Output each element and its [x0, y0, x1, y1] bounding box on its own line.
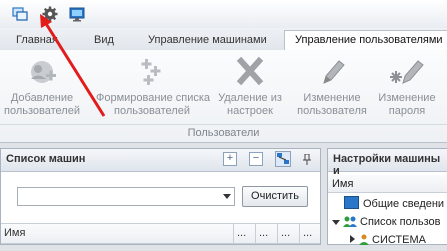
- annotation-arrow: [40, 14, 106, 117]
